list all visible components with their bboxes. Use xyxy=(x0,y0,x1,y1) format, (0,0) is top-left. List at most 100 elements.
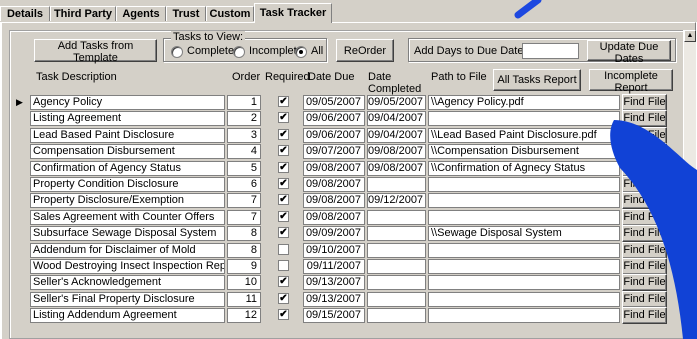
tab-agents[interactable]: Agents xyxy=(116,6,166,21)
incomplete-report-button[interactable]: Incomplete Report xyxy=(589,69,673,94)
task-description-field[interactable]: Compensation Disbursement xyxy=(30,144,225,159)
path-to-file-field[interactable] xyxy=(428,308,620,323)
date-completed-field[interactable] xyxy=(367,308,426,323)
required-checkbox[interactable]: ✔ xyxy=(278,227,289,238)
find-file-button[interactable]: Find File xyxy=(622,225,667,242)
required-checkbox[interactable]: ✔ xyxy=(278,211,289,222)
path-to-file-field[interactable] xyxy=(428,292,620,307)
date-due-field[interactable]: 09/10/2007 xyxy=(303,243,365,258)
task-description-field[interactable]: Confirmation of Agency Status xyxy=(30,161,225,176)
find-file-button[interactable]: Find File xyxy=(622,143,667,160)
radio-incomplete[interactable] xyxy=(233,46,245,58)
task-description-field[interactable]: Property Disclosure/Exemption xyxy=(30,193,225,208)
date-completed-field[interactable] xyxy=(367,210,426,225)
update-due-dates-button[interactable]: Update Due Dates xyxy=(587,40,671,65)
date-completed-field[interactable]: 09/05/2007 xyxy=(367,95,426,110)
find-file-button[interactable]: Find File xyxy=(622,291,667,308)
required-checkbox[interactable] xyxy=(278,244,289,255)
date-completed-field[interactable]: 09/08/2007 xyxy=(367,144,426,159)
date-due-field[interactable]: 09/06/2007 xyxy=(303,128,365,143)
required-checkbox[interactable]: ✔ xyxy=(278,129,289,140)
path-to-file-field[interactable]: \\Agency Policy.pdf xyxy=(428,95,620,110)
required-checkbox[interactable]: ✔ xyxy=(278,162,289,173)
add-days-input[interactable] xyxy=(522,43,579,59)
order-field[interactable]: 3 xyxy=(227,128,261,143)
required-checkbox[interactable]: ✔ xyxy=(278,293,289,304)
find-file-button[interactable]: Find File xyxy=(622,307,667,324)
date-due-field[interactable]: 09/08/2007 xyxy=(303,161,365,176)
required-checkbox[interactable]: ✔ xyxy=(278,96,289,107)
record-selector[interactable] xyxy=(11,308,28,323)
order-field[interactable]: 5 xyxy=(227,161,261,176)
record-selector[interactable] xyxy=(11,144,28,159)
record-selector[interactable] xyxy=(11,243,28,258)
date-due-field[interactable]: 09/13/2007 xyxy=(303,292,365,307)
task-description-field[interactable]: Subsurface Sewage Disposal System xyxy=(30,226,225,241)
task-description-field[interactable]: Wood Destroying Insect Inspection Report xyxy=(30,259,225,274)
path-to-file-field[interactable]: \\Lead Based Paint Disclosure.pdf xyxy=(428,128,620,143)
find-file-button[interactable]: Find File xyxy=(622,127,667,144)
date-completed-field[interactable] xyxy=(367,292,426,307)
record-selector[interactable] xyxy=(11,292,28,307)
required-checkbox[interactable]: ✔ xyxy=(278,145,289,156)
date-completed-field[interactable]: 09/04/2007 xyxy=(367,128,426,143)
order-field[interactable]: 4 xyxy=(227,144,261,159)
find-file-button[interactable]: Find File xyxy=(622,110,667,127)
task-description-field[interactable]: Agency Policy xyxy=(30,95,225,110)
date-completed-field[interactable] xyxy=(367,243,426,258)
find-file-button[interactable]: Find File xyxy=(622,160,667,177)
tab-trust[interactable]: Trust xyxy=(166,6,206,21)
order-field[interactable]: 10 xyxy=(227,275,261,290)
path-to-file-field[interactable] xyxy=(428,193,620,208)
required-checkbox[interactable]: ✔ xyxy=(278,309,289,320)
add-tasks-from-template-button[interactable]: Add Tasks from Template xyxy=(34,39,157,64)
path-to-file-field[interactable] xyxy=(428,259,620,274)
task-description-field[interactable]: Listing Agreement xyxy=(30,111,225,126)
path-to-file-field[interactable]: \\Confirmation of Agnecy Status xyxy=(428,161,620,176)
date-due-field[interactable]: 09/08/2007 xyxy=(303,210,365,225)
all-tasks-report-button[interactable]: All Tasks Report xyxy=(493,69,581,91)
required-checkbox[interactable]: ✔ xyxy=(278,276,289,287)
date-due-field[interactable]: 09/05/2007 xyxy=(303,95,365,110)
record-selector[interactable] xyxy=(11,128,28,143)
path-to-file-field[interactable] xyxy=(428,275,620,290)
order-field[interactable]: 2 xyxy=(227,111,261,126)
vertical-scrollbar[interactable]: ▲ xyxy=(683,30,696,339)
radio-complete[interactable] xyxy=(171,46,183,58)
record-selector[interactable] xyxy=(11,210,28,225)
tab-custom[interactable]: Custom xyxy=(206,6,254,21)
find-file-button[interactable]: Find File xyxy=(622,274,667,291)
required-checkbox[interactable]: ✔ xyxy=(278,178,289,189)
date-completed-field[interactable] xyxy=(367,226,426,241)
record-selector[interactable] xyxy=(11,275,28,290)
task-description-field[interactable]: Seller's Final Property Disclosure xyxy=(30,292,225,307)
find-file-button[interactable]: Find File xyxy=(622,192,667,209)
required-checkbox[interactable]: ✔ xyxy=(278,194,289,205)
tab-task-tracker[interactable]: Task Tracker xyxy=(254,3,332,23)
task-description-field[interactable]: Listing Addendum Agreement xyxy=(30,308,225,323)
radio-all[interactable] xyxy=(295,46,307,58)
record-selector[interactable] xyxy=(11,259,28,274)
find-file-button[interactable]: Find File xyxy=(622,242,667,259)
record-selector[interactable]: ▶ xyxy=(11,95,28,110)
path-to-file-field[interactable] xyxy=(428,111,620,126)
find-file-button[interactable]: Find File xyxy=(622,258,667,275)
date-due-field[interactable]: 09/06/2007 xyxy=(303,111,365,126)
order-field[interactable]: 6 xyxy=(227,177,261,192)
order-field[interactable]: 8 xyxy=(227,243,261,258)
date-completed-field[interactable]: 09/04/2007 xyxy=(367,111,426,126)
record-selector[interactable] xyxy=(11,111,28,126)
task-description-field[interactable]: Seller's Acknowledgement xyxy=(30,275,225,290)
record-selector[interactable] xyxy=(11,193,28,208)
required-checkbox[interactable] xyxy=(278,260,289,271)
record-selector[interactable] xyxy=(11,161,28,176)
scroll-up-arrow-icon[interactable]: ▲ xyxy=(684,30,696,42)
order-field[interactable]: 12 xyxy=(227,308,261,323)
tab-details[interactable]: Details xyxy=(0,6,50,21)
date-due-field[interactable]: 09/13/2007 xyxy=(303,275,365,290)
order-field[interactable]: 9 xyxy=(227,259,261,274)
find-file-button[interactable]: Find File xyxy=(622,209,667,226)
path-to-file-field[interactable]: \\Sewage Disposal System xyxy=(428,226,620,241)
path-to-file-field[interactable] xyxy=(428,210,620,225)
order-field[interactable]: 8 xyxy=(227,226,261,241)
